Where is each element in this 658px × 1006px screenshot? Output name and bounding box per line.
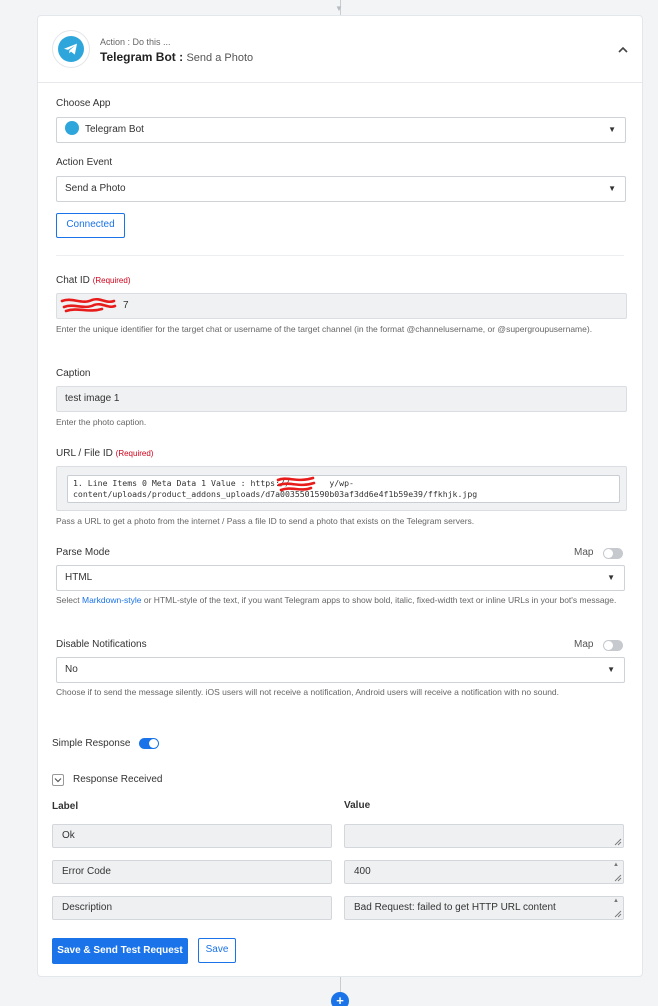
choose-app-select[interactable]: Telegram Bot ▼ [56, 117, 626, 143]
disable-notifications-map-toggle[interactable] [603, 640, 623, 651]
response-value-cell: Bad Request: failed to get HTTP URL cont… [344, 896, 624, 920]
url-file-textarea[interactable]: 1. Line Items 0 Meta Data 1 Value : http… [67, 475, 620, 503]
url-file-help: Pass a URL to get a photo from the inter… [56, 516, 475, 526]
chat-id-label-text: Chat ID [56, 275, 90, 286]
response-label-cell: Description [52, 896, 332, 920]
value-column-header: Value [344, 800, 371, 811]
action-event-select[interactable]: Send a Photo ▼ [56, 176, 626, 202]
disable-notifications-map-label: Map [574, 639, 594, 650]
response-label-cell: Ok [52, 824, 332, 848]
required-badge: (Required) [92, 276, 131, 285]
chevron-down-icon[interactable] [52, 774, 64, 786]
caption-input[interactable]: test image 1 [56, 386, 627, 412]
simple-response-toggle[interactable] [139, 738, 159, 749]
telegram-small-icon [65, 121, 79, 136]
action-step-card: Action : Do this ... Telegram Bot : Send… [37, 15, 643, 977]
chat-id-value: 7 [123, 300, 129, 311]
chat-id-help: Enter the unique identifier for the targ… [56, 324, 593, 334]
choose-app-value: Telegram Bot [85, 124, 144, 135]
response-received-label: Response Received [73, 774, 163, 785]
save-and-send-test-button[interactable]: Save & Send Test Request [52, 938, 188, 964]
chevron-up-icon[interactable] [618, 42, 628, 56]
save-button[interactable]: Save [198, 938, 236, 963]
parse-mode-map-label: Map [574, 547, 594, 558]
step-action-name: Send a Photo [186, 52, 254, 64]
telegram-logo-icon [58, 36, 84, 62]
response-value-text: Bad Request: failed to get HTTP URL cont… [354, 902, 556, 913]
add-step-button[interactable]: + [331, 992, 349, 1006]
caption-help: Enter the photo caption. [56, 417, 147, 427]
action-event-label: Action Event [56, 157, 113, 168]
bottom-connector [340, 977, 341, 993]
caret-down-icon: ▼ [608, 125, 616, 134]
chat-id-input[interactable]: 7 [56, 293, 627, 319]
step-subtitle: Action : Do this ... [100, 37, 171, 47]
disable-notifications-label: Disable Notifications [56, 639, 147, 650]
step-app-name: Telegram Bot : [100, 50, 184, 64]
resize-grip-icon[interactable] [613, 873, 622, 882]
caption-label: Caption [56, 368, 91, 379]
response-value-cell [344, 824, 624, 848]
scroll-arrows-icon[interactable]: ▲ [613, 862, 619, 868]
parse-mode-help: Select Markdown-style or HTML-style of t… [56, 594, 628, 607]
scroll-arrows-icon[interactable]: ▲ [613, 898, 619, 904]
app-logo-ring [52, 30, 90, 68]
choose-app-label: Choose App [56, 98, 111, 109]
caret-down-icon: ▼ [608, 184, 616, 193]
parse-mode-map-toggle[interactable] [603, 548, 623, 559]
markdown-style-link[interactable]: Markdown-style [82, 595, 142, 605]
step-title: Telegram Bot : Send a Photo [100, 50, 253, 64]
connected-button[interactable]: Connected [56, 213, 125, 238]
url-file-label: URL / File ID (Required) [56, 448, 153, 459]
redaction-mark [60, 298, 117, 313]
response-value-cell: 400 ▲ [344, 860, 624, 884]
section-divider [56, 255, 624, 256]
parse-mode-value: HTML [65, 572, 93, 583]
disable-notifications-value: No [65, 664, 78, 675]
response-label-cell: Error Code [52, 860, 332, 884]
parse-mode-label: Parse Mode [56, 547, 110, 558]
caret-down-icon: ▼ [607, 573, 615, 582]
parse-mode-select[interactable]: HTML ▼ [56, 565, 625, 591]
required-badge: (Required) [115, 449, 154, 458]
disable-notifications-help: Choose if to send the message silently. … [56, 687, 560, 697]
response-value-text: 400 [354, 866, 371, 877]
label-column-header: Label [52, 801, 79, 812]
parse-mode-help-prefix: Select [56, 595, 82, 605]
parse-mode-help-suffix: or HTML-style of the text, if you want T… [141, 595, 617, 605]
disable-notifications-select[interactable]: No ▼ [56, 657, 625, 683]
simple-response-label: Simple Response [52, 738, 131, 749]
url-file-label-text: URL / File ID [56, 448, 113, 459]
resize-grip-icon[interactable] [613, 909, 622, 918]
resize-grip-icon[interactable] [613, 837, 622, 846]
arrow-down-icon: ▼ [335, 4, 343, 13]
caret-down-icon: ▼ [607, 665, 615, 674]
redaction-mark [276, 476, 316, 492]
url-file-field: 1. Line Items 0 Meta Data 1 Value : http… [56, 466, 627, 511]
action-event-value: Send a Photo [65, 183, 126, 194]
chat-id-label: Chat ID (Required) [56, 275, 130, 286]
step-header[interactable]: Action : Do this ... Telegram Bot : Send… [38, 16, 642, 83]
